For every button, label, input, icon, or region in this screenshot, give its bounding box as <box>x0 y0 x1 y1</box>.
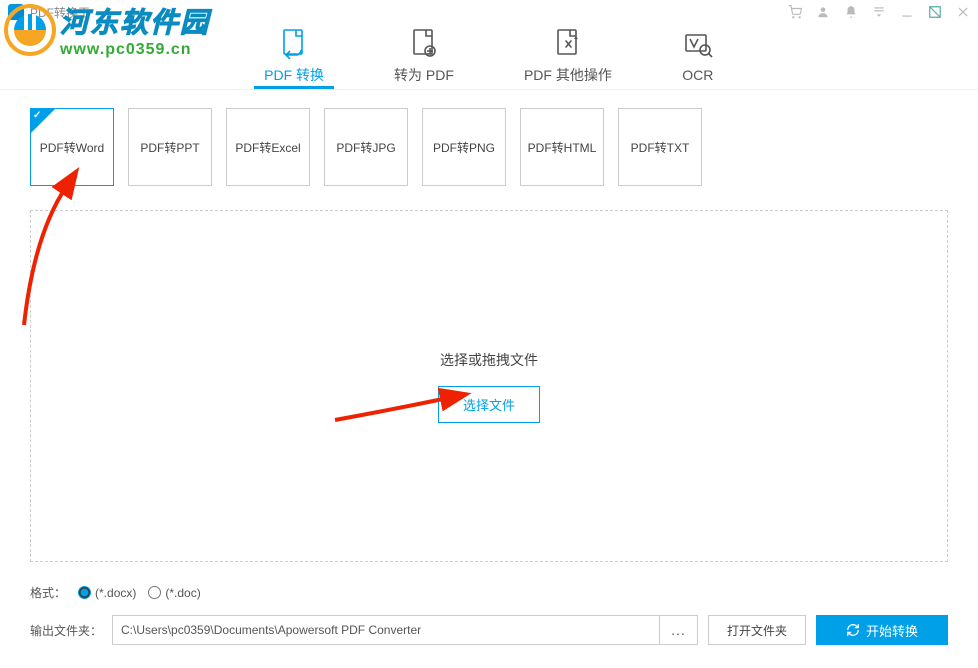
tab-label: 转为 PDF <box>394 65 454 85</box>
menu-dropdown-icon[interactable] <box>872 5 886 19</box>
format-label: PDF转PPT <box>140 139 199 156</box>
top-tabs: PDF 转换 转为 PDF PDF 其他操作 OCR <box>0 20 978 90</box>
format-card-txt[interactable]: PDF转TXT <box>618 108 702 186</box>
output-line: 输出文件夹： C:\Users\pc0359\Documents\Apowers… <box>0 607 978 661</box>
app-title: PDF转换王 <box>30 4 90 21</box>
pdf-convert-icon <box>278 27 310 59</box>
start-label: 开始转换 <box>866 621 918 640</box>
tab-label: PDF 其他操作 <box>524 65 612 85</box>
format-card-excel[interactable]: PDF转Excel <box>226 108 310 186</box>
minimize-icon[interactable] <box>900 5 914 19</box>
bell-icon[interactable] <box>844 5 858 19</box>
format-card-html[interactable]: PDF转HTML <box>520 108 604 186</box>
drop-hint: 选择或拖拽文件 <box>440 350 538 370</box>
refresh-icon <box>846 623 860 637</box>
radio-label: (*.docx) <box>95 586 136 600</box>
format-label: PDF转Excel <box>235 139 300 156</box>
format-card-ppt[interactable]: PDF转PPT <box>128 108 212 186</box>
to-pdf-icon <box>408 27 440 59</box>
tab-ocr[interactable]: OCR <box>672 20 724 89</box>
cart-icon[interactable] <box>788 5 802 19</box>
check-corner-icon <box>31 109 55 133</box>
radio-doc-input[interactable] <box>148 586 161 599</box>
tab-label: PDF 转换 <box>264 65 324 85</box>
format-row: PDF转Word PDF转PPT PDF转Excel PDF转JPG PDF转P… <box>0 90 978 204</box>
choose-file-button[interactable]: 选择文件 <box>438 386 540 423</box>
format-label: PDF转HTML <box>528 139 597 156</box>
format-card-png[interactable]: PDF转PNG <box>422 108 506 186</box>
tab-to-pdf[interactable]: 转为 PDF <box>384 20 464 89</box>
tab-pdf-other[interactable]: PDF 其他操作 <box>514 20 622 89</box>
tab-pdf-convert[interactable]: PDF 转换 <box>254 20 334 89</box>
radio-label: (*.doc) <box>165 586 200 600</box>
maximize-icon[interactable] <box>928 5 942 19</box>
radio-docx-input[interactable] <box>78 586 91 599</box>
format-card-word[interactable]: PDF转Word <box>30 108 114 186</box>
radio-doc[interactable]: (*.doc) <box>148 586 200 600</box>
open-folder-button[interactable]: 打开文件夹 <box>708 615 806 645</box>
format-line: 格式： (*.docx) (*.doc) <box>0 578 978 607</box>
browse-button[interactable]: ... <box>660 615 698 645</box>
output-path-field[interactable]: C:\Users\pc0359\Documents\Apowersoft PDF… <box>112 615 660 645</box>
format-card-jpg[interactable]: PDF转JPG <box>324 108 408 186</box>
output-label: 输出文件夹： <box>30 622 102 639</box>
app-icon <box>8 4 24 20</box>
titlebar: PDF转换王 <box>0 0 978 24</box>
format-label: PDF转Word <box>40 139 104 156</box>
user-icon[interactable] <box>816 5 830 19</box>
format-label: PDF转PNG <box>433 139 495 156</box>
tab-label: OCR <box>682 67 713 83</box>
start-convert-button[interactable]: 开始转换 <box>816 615 948 645</box>
format-label: PDF转JPG <box>336 139 395 156</box>
format-label: 格式： <box>30 584 66 601</box>
radio-docx[interactable]: (*.docx) <box>78 586 136 600</box>
drop-area[interactable]: 选择或拖拽文件 选择文件 <box>30 210 948 562</box>
ocr-icon <box>682 29 714 61</box>
format-label: PDF转TXT <box>631 139 690 156</box>
pdf-other-icon <box>552 27 584 59</box>
close-icon[interactable] <box>956 5 970 19</box>
